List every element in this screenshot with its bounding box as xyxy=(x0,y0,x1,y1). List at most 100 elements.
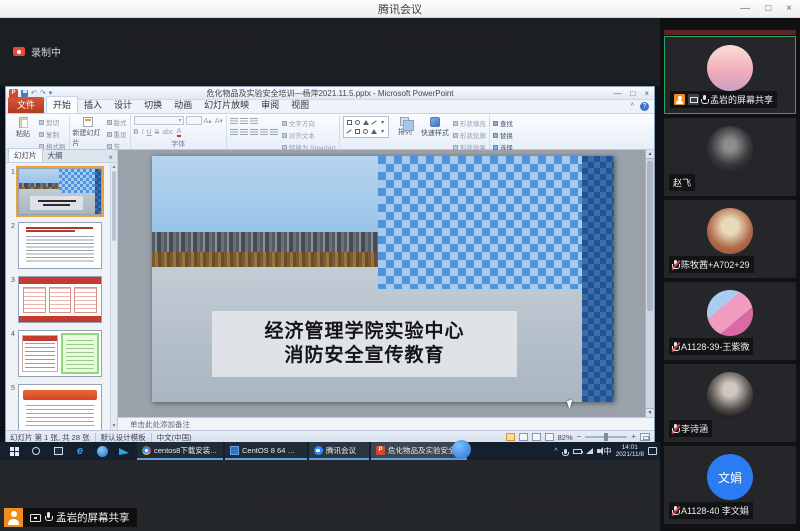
participant-tile-5[interactable]: 李诗涵 xyxy=(664,364,796,442)
slide-title-box[interactable]: 经济管理学院实验中心 消防安全宣传教育 xyxy=(212,311,517,377)
panel-scroll-down-icon[interactable]: ▼ xyxy=(111,423,117,429)
slide-sorter-view-button[interactable] xyxy=(519,433,528,441)
panel-tab-slides[interactable]: 幻灯片 xyxy=(8,148,43,162)
zoom-out-button[interactable]: − xyxy=(577,433,582,441)
font-size-combobox[interactable] xyxy=(186,116,202,125)
align-text-button[interactable]: 对齐文本 xyxy=(282,130,336,140)
powerpoint-icon[interactable]: P xyxy=(9,89,18,98)
tab-review[interactable]: 审阅 xyxy=(255,97,285,113)
network-icon[interactable] xyxy=(586,448,593,454)
zoom-in-button[interactable]: + xyxy=(631,433,636,441)
bullets-icon[interactable] xyxy=(230,118,238,125)
text-direction-button[interactable]: 文字方向 xyxy=(282,118,336,128)
browser-app-button[interactable] xyxy=(91,442,113,460)
panel-scrollbar[interactable]: ▲ ▼ xyxy=(110,163,117,430)
minimize-button[interactable]: — xyxy=(740,3,750,14)
reset-button[interactable]: 重设 xyxy=(107,129,127,139)
columns-icon[interactable] xyxy=(270,129,278,136)
panel-scroll-up-icon[interactable]: ▲ xyxy=(111,164,117,170)
panel-tab-outline[interactable]: 大纲 xyxy=(43,149,68,162)
clock[interactable]: 14:01 2021/11/8 xyxy=(616,444,644,459)
zoom-slider-thumb[interactable] xyxy=(604,433,608,441)
replace-button[interactable]: 替换 xyxy=(493,130,513,140)
maximize-button[interactable]: □ xyxy=(765,3,771,14)
tab-home[interactable]: 开始 xyxy=(46,96,78,113)
copy-button[interactable]: 复制 xyxy=(39,129,66,139)
grow-font-button[interactable]: A▴ xyxy=(204,117,212,125)
font-color-button[interactable]: A xyxy=(177,128,182,137)
align-center-icon[interactable] xyxy=(240,129,248,136)
tab-insert[interactable]: 插入 xyxy=(78,97,108,113)
indent-icon[interactable] xyxy=(250,118,258,125)
scroll-down-icon[interactable]: ▼ xyxy=(646,408,654,417)
save-icon[interactable] xyxy=(21,90,28,97)
battery-icon[interactable] xyxy=(573,449,582,454)
scroll-thumb[interactable] xyxy=(647,161,653,311)
messenger-app-button[interactable] xyxy=(113,442,135,460)
taskbar-window-chrome[interactable]: centos8下载安装... xyxy=(137,442,223,460)
cut-button[interactable]: 剪切 xyxy=(39,117,66,127)
edge-button[interactable]: e xyxy=(69,442,91,460)
slide-thumbnail-1[interactable]: 1 xyxy=(8,168,108,215)
quick-styles-button[interactable]: 快速样式 xyxy=(421,116,449,138)
scroll-up-icon[interactable]: ▲ xyxy=(646,150,654,159)
ppt-close-button[interactable]: × xyxy=(644,89,649,98)
slideshow-view-button[interactable] xyxy=(545,433,554,441)
close-button[interactable]: × xyxy=(786,3,792,14)
task-view-button[interactable] xyxy=(47,442,69,460)
help-icon[interactable]: ? xyxy=(640,102,649,111)
tray-expand-icon[interactable]: ^ xyxy=(554,448,557,455)
panel-close-icon[interactable]: × xyxy=(108,153,117,162)
underline-button[interactable]: U xyxy=(147,129,152,136)
font-name-combobox[interactable] xyxy=(134,116,184,125)
clear-formatting-button[interactable]: abc xyxy=(162,129,173,136)
shapes-gallery[interactable]: ▾ ▾ xyxy=(343,116,389,138)
slide-thumbnail-2[interactable]: 2 xyxy=(8,222,108,269)
ime-indicator[interactable]: 中 xyxy=(604,446,612,457)
tab-slideshow[interactable]: 幻灯片放映 xyxy=(198,97,255,113)
fit-to-window-button[interactable] xyxy=(640,433,650,441)
undo-icon[interactable]: ↶ xyxy=(31,90,37,97)
shrink-font-button[interactable]: A▾ xyxy=(215,117,223,125)
shape-fill-button[interactable]: 形状填充 xyxy=(453,118,486,128)
zoom-slider[interactable] xyxy=(585,436,627,438)
tab-animations[interactable]: 动画 xyxy=(168,97,198,113)
ppt-maximize-button[interactable]: □ xyxy=(630,89,635,98)
tab-design[interactable]: 设计 xyxy=(108,97,138,113)
paste-button[interactable]: 粘贴 xyxy=(11,116,35,139)
participant-tile-sharer[interactable]: 孟岩的屏幕共享 xyxy=(664,36,796,114)
meeting-floating-ball[interactable] xyxy=(452,440,471,459)
bold-button[interactable]: B xyxy=(134,129,139,136)
qat-dropdown-icon[interactable]: ▾ xyxy=(49,90,53,97)
tab-transitions[interactable]: 切换 xyxy=(138,97,168,113)
strikethrough-button[interactable]: S xyxy=(155,129,160,136)
participant-tile-4[interactable]: A1128-39-王紫微 xyxy=(664,282,796,360)
tray-mic-icon[interactable] xyxy=(564,449,567,454)
notes-pane[interactable]: 单击此处添加备注 xyxy=(118,417,654,430)
redo-icon[interactable]: ↷ xyxy=(40,90,46,97)
shape-outline-button[interactable]: 形状轮廓 xyxy=(453,130,486,140)
participant-tile-3[interactable]: 陈牧茜+A702+29 xyxy=(664,200,796,278)
find-button[interactable]: 查找 xyxy=(493,118,513,128)
normal-view-button[interactable] xyxy=(506,433,515,441)
numbering-icon[interactable] xyxy=(240,118,248,125)
participant-tile-6[interactable]: 文娟 A1128-40 李文娟 xyxy=(664,446,796,524)
tab-file[interactable]: 文件 xyxy=(8,97,44,113)
speaker-icon[interactable] xyxy=(597,449,600,453)
align-left-icon[interactable] xyxy=(230,129,238,136)
taskbar-window-meeting[interactable]: 腾讯会议 xyxy=(309,442,369,460)
editor-scrollbar[interactable]: ▲ ▼ xyxy=(645,150,654,417)
slide-thumbnail-4[interactable]: 4 xyxy=(8,330,108,377)
ppt-minimize-button[interactable]: — xyxy=(613,89,621,98)
tab-view[interactable]: 视图 xyxy=(285,97,315,113)
italic-button[interactable]: I xyxy=(142,129,144,136)
justify-icon[interactable] xyxy=(260,129,268,136)
participant-tile-2[interactable]: 赵飞 xyxy=(664,118,796,196)
minimize-ribbon-icon[interactable]: ^ xyxy=(631,103,634,110)
arrange-button[interactable]: 排列 xyxy=(393,116,417,137)
start-button[interactable] xyxy=(3,442,25,460)
current-slide[interactable]: 经济管理学院实验中心 消防安全宣传教育 xyxy=(152,156,614,402)
taskbar-window-vm[interactable]: CentOS 8 64 位 -... xyxy=(225,442,307,460)
new-slide-button[interactable]: 新建幻灯片 xyxy=(73,116,103,148)
notification-center-icon[interactable] xyxy=(648,447,657,455)
